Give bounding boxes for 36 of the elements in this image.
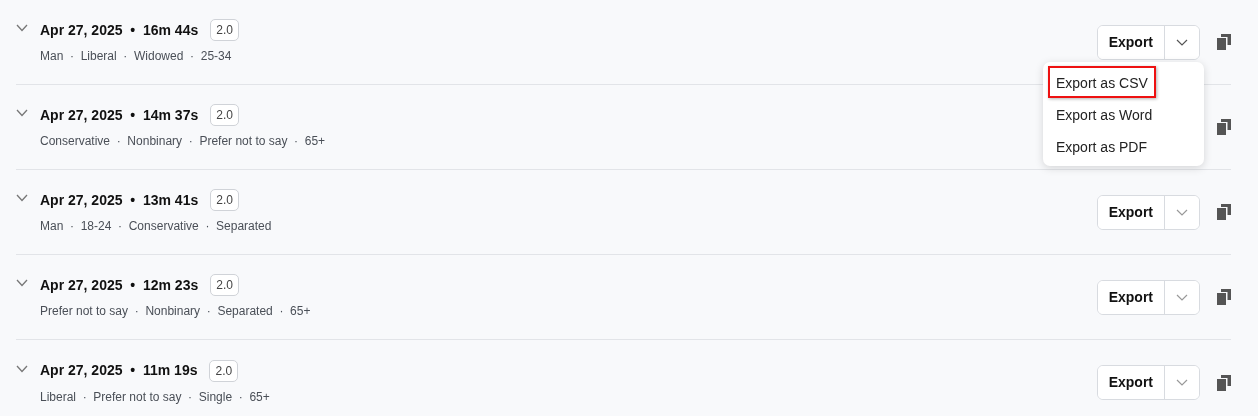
caret-icon [1176, 293, 1188, 301]
dropdown-toggle-button[interactable] [1164, 25, 1199, 59]
dropdown-toggle-button[interactable] [1164, 195, 1199, 229]
version-badge: 2.0 [210, 19, 239, 41]
menu-item[interactable]: Export as Word [1048, 98, 1161, 130]
session-tags: Prefer not to say · Nonbinary · Separated · 65+ [40, 302, 311, 320]
version-badge: 2.0 [210, 189, 239, 211]
session-tags: Man · Liberal · Widowed · 25-34 [40, 47, 232, 65]
copy-icon[interactable] [1217, 34, 1231, 50]
chevron-down-icon[interactable] [16, 194, 28, 202]
version-badge: 2.0 [210, 274, 239, 296]
dropdown-toggle-button[interactable] [1164, 366, 1199, 399]
session-title: Apr 27, 2025 • 12m 23s [40, 275, 199, 295]
session-title: Apr 27, 2025 • 14m 37s [40, 105, 199, 125]
chevron-down-icon[interactable] [16, 279, 28, 287]
menu-item[interactable]: Export as PDF [1048, 130, 1156, 162]
session-title: Apr 27, 2025 • 16m 44s [40, 20, 199, 40]
chevron-down-icon[interactable] [16, 24, 28, 32]
dropdown-toggle-button[interactable] [1164, 280, 1199, 314]
session-title: Apr 27, 2025 • 11m 19s [40, 361, 198, 380]
version-badge: 2.0 [210, 104, 239, 126]
session-tags: Liberal · Prefer not to say · Single · 65+ [40, 387, 270, 406]
menu-item[interactable]: Export as CSV [1048, 66, 1156, 98]
chevron-down-icon[interactable] [16, 109, 28, 117]
copy-icon[interactable] [1217, 374, 1231, 391]
caret-icon [1176, 379, 1188, 386]
caret-icon [1176, 38, 1188, 46]
chevron-down-icon[interactable] [16, 364, 28, 373]
copy-icon[interactable] [1217, 119, 1231, 135]
session-title: Apr 27, 2025 • 13m 41s [40, 190, 199, 210]
session-tags: Man · 18-24 · Conservative · Separated [40, 217, 272, 235]
session-tags: Conservative · Nonbinary · Prefer not to say · 65+ [40, 132, 326, 150]
copy-icon[interactable] [1217, 289, 1231, 305]
caret-icon [1176, 208, 1188, 216]
copy-icon[interactable] [1217, 204, 1231, 220]
version-badge: 2.0 [209, 359, 239, 382]
